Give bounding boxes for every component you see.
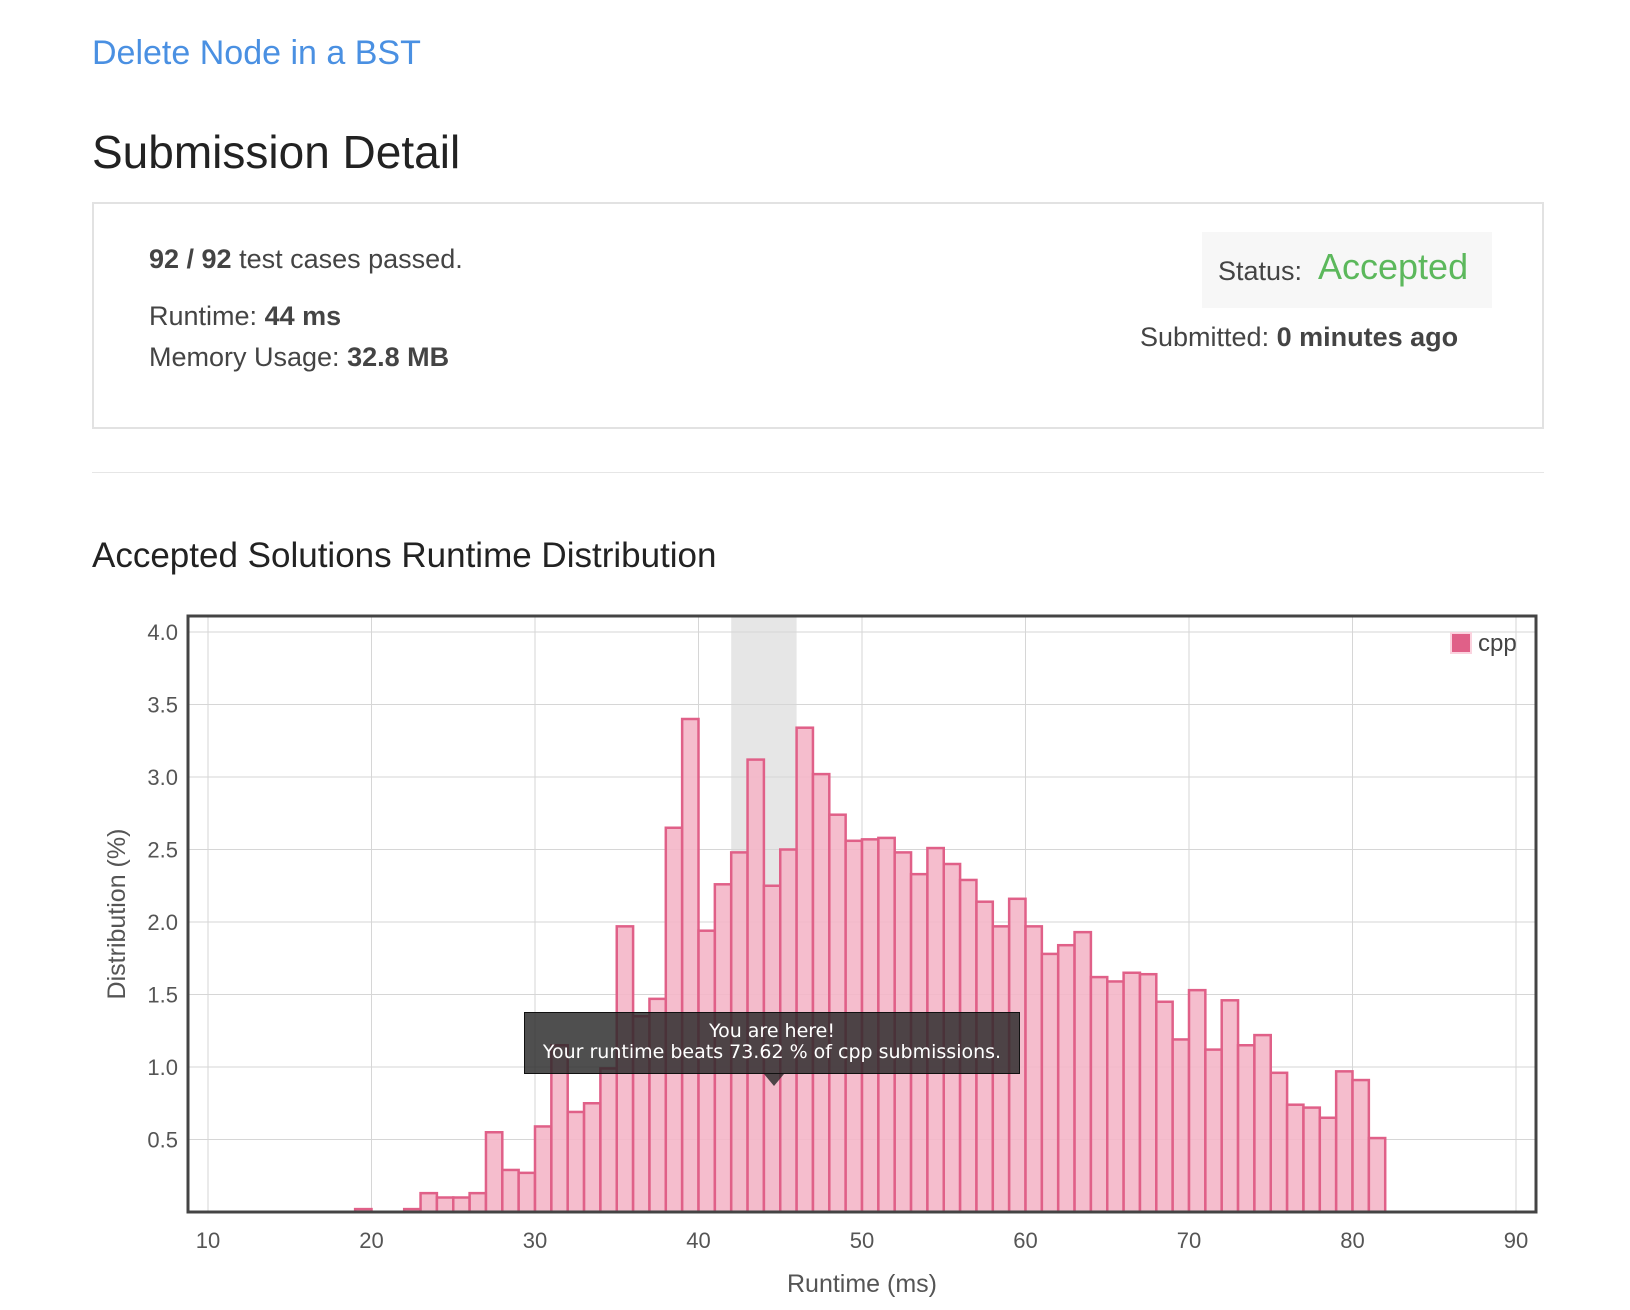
y-tick-label: 2.5	[147, 838, 178, 863]
status-badge[interactable]: Accepted	[1318, 246, 1468, 288]
submitted-label: Submitted:	[1140, 322, 1270, 352]
tooltip-arrow	[764, 1074, 784, 1086]
histogram-bar	[1318, 1116, 1338, 1214]
x-axis-label: Runtime (ms)	[787, 1270, 937, 1298]
histogram-bar	[582, 1102, 602, 1214]
memory-value: 32.8 MB	[347, 342, 450, 372]
histogram-bar	[599, 1067, 619, 1214]
submission-detail-panel: 92 / 92 test cases passed. Runtime: 44 m…	[92, 202, 1544, 429]
memory-row: Memory Usage: 32.8 MB	[149, 342, 449, 373]
test-cases-summary: 92 / 92 test cases passed.	[149, 244, 463, 275]
histogram-bar	[501, 1168, 520, 1214]
chart-legend[interactable]: cpp	[1450, 630, 1580, 660]
x-tick-label: 90	[1504, 1228, 1528, 1253]
histogram-bar	[1073, 930, 1093, 1214]
histogram-bar	[795, 726, 815, 1214]
section-title: Accepted Solutions Runtime Distribution	[92, 536, 717, 575]
status-box: Status: Accepted	[1202, 232, 1492, 308]
histogram-bar	[1122, 971, 1142, 1214]
status-label: Status:	[1218, 256, 1303, 286]
x-tick-label: 40	[686, 1228, 710, 1253]
histogram-bar	[452, 1196, 471, 1214]
runtime-row: Runtime: 44 ms	[149, 301, 341, 332]
histogram-bar	[1351, 1078, 1371, 1214]
legend-swatch-cpp	[1450, 632, 1472, 654]
tooltip-line1: You are here!	[709, 1020, 835, 1042]
histogram-bar	[746, 758, 766, 1214]
x-tick-label: 20	[359, 1228, 383, 1253]
submitted-value: 0 minutes ago	[1276, 322, 1459, 352]
histogram-bar	[435, 1196, 455, 1214]
histogram-bar	[517, 1171, 537, 1214]
histogram-bar	[1056, 943, 1076, 1214]
tooltip-line2: Your runtime beats 73.62 % of cpp submis…	[542, 1041, 1002, 1063]
histogram-bar	[468, 1191, 488, 1214]
runtime-value: 44 ms	[264, 301, 342, 331]
page-title: Submission Detail	[92, 126, 461, 178]
x-tick-label: 70	[1177, 1228, 1201, 1253]
runtime-tooltip: You are here! Your runtime beats 73.62 %…	[524, 1012, 1020, 1074]
legend-label-cpp: cpp	[1478, 630, 1517, 657]
y-tick-label: 1.0	[147, 1055, 178, 1080]
histogram-bar	[1302, 1106, 1322, 1214]
histogram-bar	[1138, 972, 1158, 1214]
test-cases-suffix: test cases passed.	[239, 244, 463, 274]
histogram-bar	[1334, 1070, 1354, 1214]
x-tick-label: 50	[850, 1228, 874, 1253]
test-cases-count: 92 / 92	[149, 244, 232, 274]
section-divider	[92, 472, 1544, 473]
histogram-bar	[1220, 999, 1240, 1214]
x-tick-label: 60	[1013, 1228, 1037, 1253]
histogram-bar	[1089, 975, 1109, 1214]
runtime-distribution-chart: 10 20 30 40 50 60 70 80 90 0.5 1.0 1.5 2.0 2.5 3.0 3.5 4…	[103, 614, 1538, 1298]
submitted-row: Submitted: 0 minutes ago	[1140, 322, 1458, 353]
histogram-bar	[1040, 952, 1060, 1214]
histogram-bar	[1024, 925, 1044, 1214]
y-tick-label: 1.5	[147, 983, 178, 1008]
histogram-bar	[484, 1131, 504, 1214]
histogram-bar	[680, 717, 700, 1214]
histogram-bar	[1204, 1048, 1223, 1214]
histogram-bar	[1155, 1000, 1174, 1214]
histogram-bar	[1367, 1136, 1387, 1214]
histogram-bar	[1187, 988, 1207, 1214]
runtime-label: Runtime:	[149, 301, 258, 331]
histogram-bar	[1253, 1033, 1273, 1214]
histogram-bar	[1171, 1038, 1191, 1214]
histogram-bar	[1269, 1071, 1289, 1214]
x-tick-label: 80	[1340, 1228, 1364, 1253]
histogram-bar	[566, 1110, 586, 1214]
histogram-bar	[1106, 980, 1125, 1214]
y-tick-label: 3.0	[147, 765, 178, 790]
histogram-bar	[811, 772, 831, 1214]
memory-label: Memory Usage:	[149, 342, 340, 372]
y-axis-label: Distribution (%)	[103, 829, 131, 1000]
histogram-bar	[1236, 1044, 1256, 1214]
y-tick-label: 3.5	[147, 693, 178, 718]
y-tick-label: 4.0	[147, 620, 178, 645]
y-tick-label: 0.5	[147, 1128, 178, 1153]
histogram-bar	[533, 1125, 553, 1214]
x-tick-label: 30	[523, 1228, 547, 1253]
histogram-bar	[1285, 1103, 1305, 1214]
histogram-bar	[419, 1191, 439, 1214]
y-tick-label: 2.0	[147, 910, 178, 935]
problem-title-link[interactable]: Delete Node in a BST	[92, 34, 421, 73]
x-tick-label: 10	[196, 1228, 220, 1253]
